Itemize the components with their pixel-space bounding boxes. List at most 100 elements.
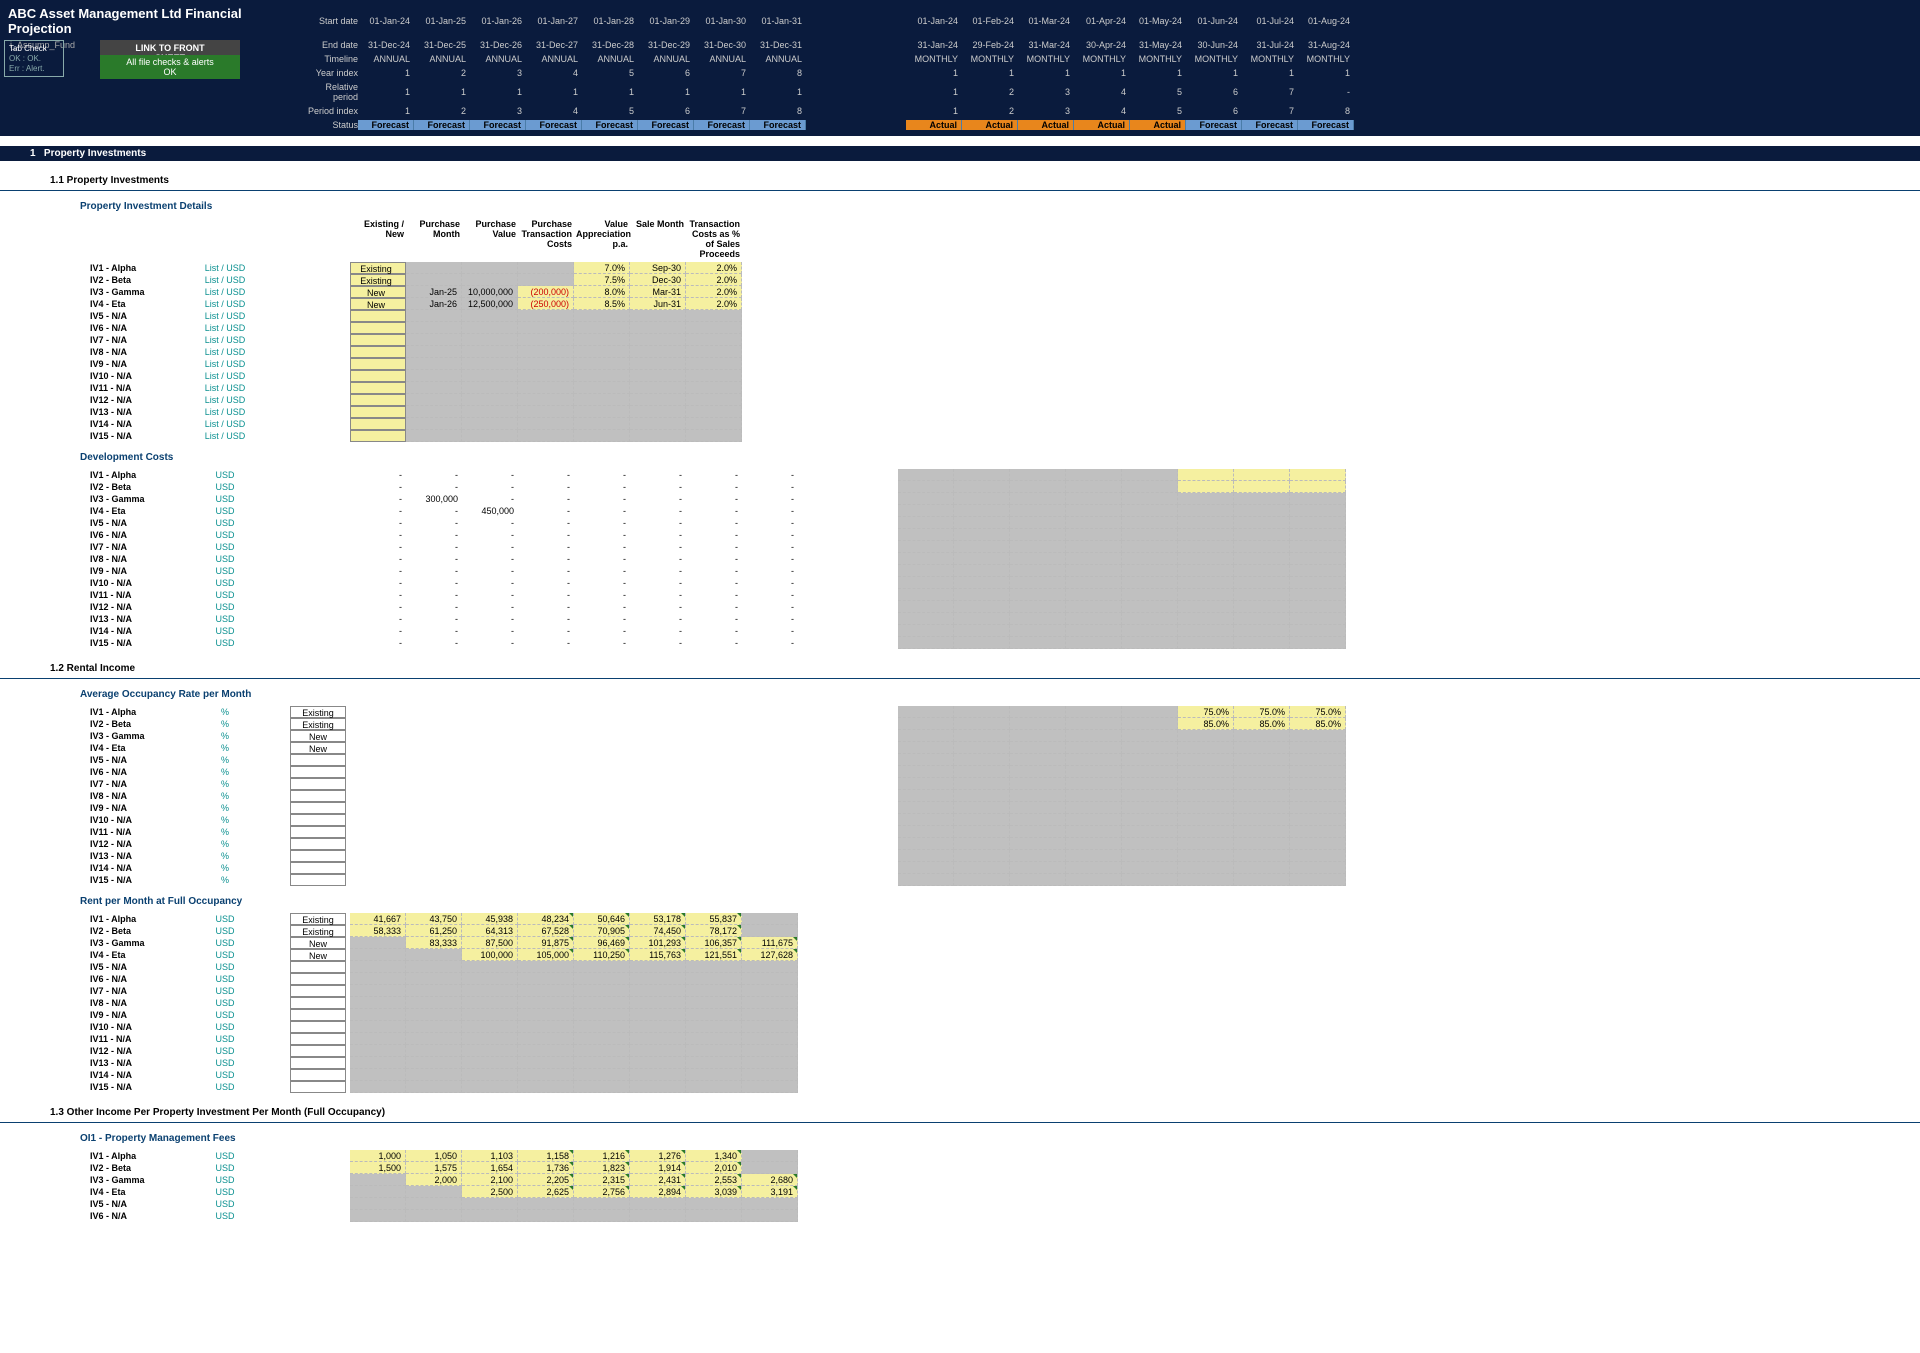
rent-cell[interactable]: 45,938: [462, 913, 518, 925]
occ-cell[interactable]: [1178, 802, 1234, 814]
detail-cell[interactable]: [518, 334, 574, 346]
detail-cell[interactable]: [518, 262, 574, 274]
oi1-cell[interactable]: [630, 1198, 686, 1210]
dev-monthly-cell[interactable]: [954, 553, 1010, 565]
rent-cell[interactable]: [742, 1081, 798, 1093]
rent-cell[interactable]: [406, 1009, 462, 1021]
detail-cell[interactable]: [630, 334, 686, 346]
occ-cell[interactable]: [1010, 742, 1066, 754]
occ-cell[interactable]: [898, 706, 954, 718]
rent-cell[interactable]: 74,450: [630, 925, 686, 937]
rent-cell[interactable]: [462, 985, 518, 997]
dev-monthly-cell[interactable]: [1122, 517, 1178, 529]
dev-monthly-cell[interactable]: [1122, 529, 1178, 541]
occ-cell[interactable]: [1234, 826, 1290, 838]
detail-cell[interactable]: [574, 334, 630, 346]
rent-cell[interactable]: [686, 985, 742, 997]
rent-cell[interactable]: 101,293: [630, 937, 686, 949]
detail-cell[interactable]: [462, 310, 518, 322]
detail-cell[interactable]: Existing: [350, 274, 406, 286]
occ-cell[interactable]: [954, 862, 1010, 874]
detail-cell[interactable]: [350, 370, 406, 382]
dev-monthly-cell[interactable]: [1290, 553, 1346, 565]
dev-monthly-cell[interactable]: [1066, 469, 1122, 481]
detail-cell[interactable]: [462, 334, 518, 346]
detail-cell[interactable]: [574, 406, 630, 418]
rent-cell[interactable]: [462, 1021, 518, 1033]
rent-cell[interactable]: [574, 1081, 630, 1093]
detail-cell[interactable]: 8.0%: [574, 286, 630, 298]
dev-monthly-cell[interactable]: [1290, 589, 1346, 601]
rent-cell[interactable]: [574, 1009, 630, 1021]
oi1-cell[interactable]: [406, 1186, 462, 1198]
rent-cell[interactable]: [518, 1057, 574, 1069]
dev-monthly-cell[interactable]: [1122, 637, 1178, 649]
occ-cell[interactable]: [1066, 730, 1122, 742]
dev-monthly-cell[interactable]: [954, 481, 1010, 493]
dev-monthly-cell[interactable]: [1234, 529, 1290, 541]
rent-cell[interactable]: [350, 1033, 406, 1045]
occ-cell[interactable]: [1066, 862, 1122, 874]
detail-cell[interactable]: [462, 370, 518, 382]
dev-monthly-cell[interactable]: [1066, 553, 1122, 565]
occ-cell[interactable]: [1290, 730, 1346, 742]
detail-cell[interactable]: Dec-30: [630, 274, 686, 286]
rent-cell[interactable]: [742, 1057, 798, 1069]
rent-cell[interactable]: [350, 1081, 406, 1093]
dev-monthly-cell[interactable]: [1010, 505, 1066, 517]
detail-cell[interactable]: [574, 358, 630, 370]
rent-cell[interactable]: [630, 1069, 686, 1081]
dev-monthly-cell[interactable]: [1010, 613, 1066, 625]
detail-cell[interactable]: [350, 418, 406, 430]
rent-cell[interactable]: [350, 973, 406, 985]
occ-cell[interactable]: [1178, 838, 1234, 850]
dev-monthly-cell[interactable]: [898, 541, 954, 553]
occ-cell[interactable]: [954, 766, 1010, 778]
rent-cell[interactable]: [462, 973, 518, 985]
rent-cell[interactable]: [406, 1057, 462, 1069]
rent-cell[interactable]: [350, 985, 406, 997]
occ-cell[interactable]: [1290, 838, 1346, 850]
detail-cell[interactable]: (200,000): [518, 286, 574, 298]
rent-cell[interactable]: [406, 1033, 462, 1045]
dev-monthly-cell[interactable]: [1010, 565, 1066, 577]
rent-cell[interactable]: [742, 1009, 798, 1021]
rent-cell[interactable]: [742, 1033, 798, 1045]
detail-cell[interactable]: [574, 346, 630, 358]
detail-cell[interactable]: [574, 394, 630, 406]
occ-cell[interactable]: [898, 826, 954, 838]
detail-cell[interactable]: New: [350, 298, 406, 310]
oi1-cell[interactable]: [630, 1210, 686, 1222]
oi1-cell[interactable]: [406, 1198, 462, 1210]
occ-cell[interactable]: [1010, 706, 1066, 718]
detail-cell[interactable]: Mar-31: [630, 286, 686, 298]
occ-cell[interactable]: [1010, 778, 1066, 790]
oi1-cell[interactable]: [462, 1210, 518, 1222]
dev-monthly-cell[interactable]: [954, 469, 1010, 481]
dev-monthly-cell[interactable]: [1010, 577, 1066, 589]
dev-monthly-cell[interactable]: [1010, 625, 1066, 637]
dev-monthly-cell[interactable]: [1122, 469, 1178, 481]
detail-cell[interactable]: [518, 382, 574, 394]
detail-cell[interactable]: 8.5%: [574, 298, 630, 310]
occ-cell[interactable]: [1066, 766, 1122, 778]
detail-cell[interactable]: [518, 394, 574, 406]
rent-cell[interactable]: [630, 1021, 686, 1033]
dev-monthly-cell[interactable]: [898, 565, 954, 577]
occ-cell[interactable]: [898, 730, 954, 742]
detail-cell[interactable]: [686, 382, 742, 394]
rent-cell[interactable]: 78,172: [686, 925, 742, 937]
dev-monthly-cell[interactable]: [1010, 541, 1066, 553]
dev-monthly-cell[interactable]: [1122, 625, 1178, 637]
oi1-cell[interactable]: [742, 1162, 798, 1174]
dev-monthly-cell[interactable]: [1178, 637, 1234, 649]
dev-monthly-cell[interactable]: [1122, 589, 1178, 601]
occ-cell[interactable]: [1066, 838, 1122, 850]
rent-cell[interactable]: [742, 997, 798, 1009]
rent-cell[interactable]: [630, 973, 686, 985]
oi1-cell[interactable]: 1,050: [406, 1150, 462, 1162]
oi1-cell[interactable]: 1,500: [350, 1162, 406, 1174]
dev-monthly-cell[interactable]: [898, 553, 954, 565]
occ-cell[interactable]: [1178, 790, 1234, 802]
dev-monthly-cell[interactable]: [898, 613, 954, 625]
